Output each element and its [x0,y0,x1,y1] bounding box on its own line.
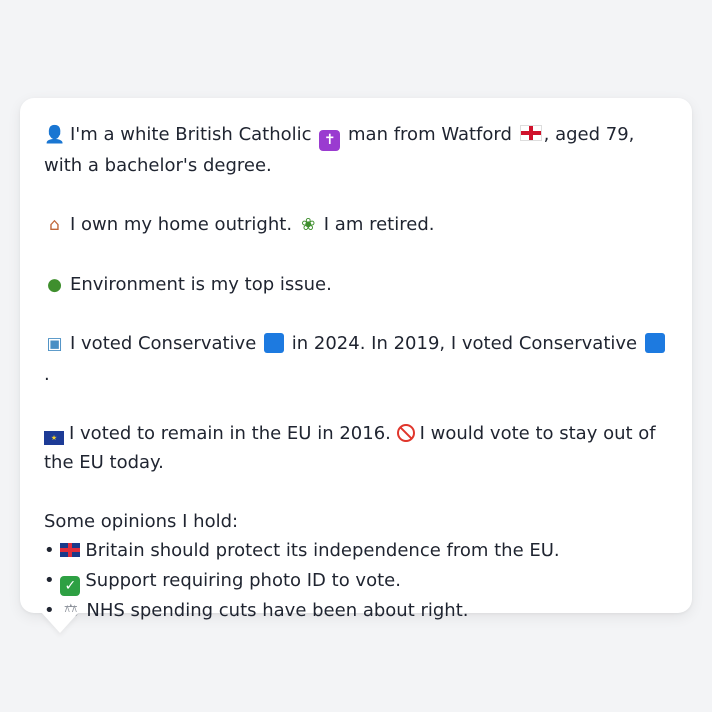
identity-text-a: I'm a white British Catholic [70,124,312,145]
bullet: • [44,540,55,562]
vote-line: ▣ I voted Conservative in 2024. In 2019, … [44,329,668,389]
palm-tree-icon: ❀ [301,214,316,235]
housing-text: I own my home outright. [70,213,293,235]
list-item: • ⚖ NHS spending cuts have been about rig… [44,596,668,626]
eu-text-a: I voted to remain in the EU in 2016. [69,422,391,444]
conservative-blue-square-icon [264,333,285,354]
ballot-box-icon: ▣ [46,334,63,355]
bullet: • [44,569,55,591]
conservative-blue-square-icon [644,333,665,354]
eu-line: ★ I voted to remain in the EU in 2016. I … [44,419,668,478]
issue-text: Environment is my top issue. [70,273,332,295]
house-icon: ⌂ [49,214,60,235]
person-icon: 👤 [44,125,66,145]
opinion-text: NHS spending cuts have been about right. [86,599,469,621]
issue-line: ● Environment is my top issue. [44,270,668,300]
opinions-list: • Britain should protect its independenc… [44,536,668,626]
vote-text-a: I voted Conservative [70,333,257,355]
tree-icon: ● [47,274,62,295]
list-item: • Britain should protect its independenc… [44,536,668,565]
uk-flag-icon [60,543,81,558]
england-flag-icon [519,125,542,141]
no-entry-icon [396,423,415,442]
housing-line: ⌂ I own my home outright. ❀ I am retired. [44,210,668,240]
speech-bubble-tail [41,612,79,633]
persona-card: 👤 I'm a white British Catholic ✝ man from… [20,98,692,621]
opinion-text: Britain should protect its independence … [85,540,560,562]
check-mark-icon: ✓ [60,575,81,596]
list-item: • ✓ Support requiring photo ID to vote. [44,566,668,596]
vote-text-c: . [44,363,50,385]
vote-text-b: in 2024. In 2019, I voted Conservative [291,333,638,355]
identity-line: 👤 I'm a white British Catholic ✝ man from… [44,120,668,180]
identity-text-b: man from Watford [348,124,512,145]
retired-text: I am retired. [323,213,435,235]
eu-flag-icon: ★ [44,430,64,445]
opinions-heading: Some opinions I hold: [44,510,239,532]
latin-cross-icon: ✝ [319,130,341,151]
opinion-text: Support requiring photo ID to vote. [85,569,401,591]
opinions-section: Some opinions I hold: • Britain should p… [44,507,668,626]
